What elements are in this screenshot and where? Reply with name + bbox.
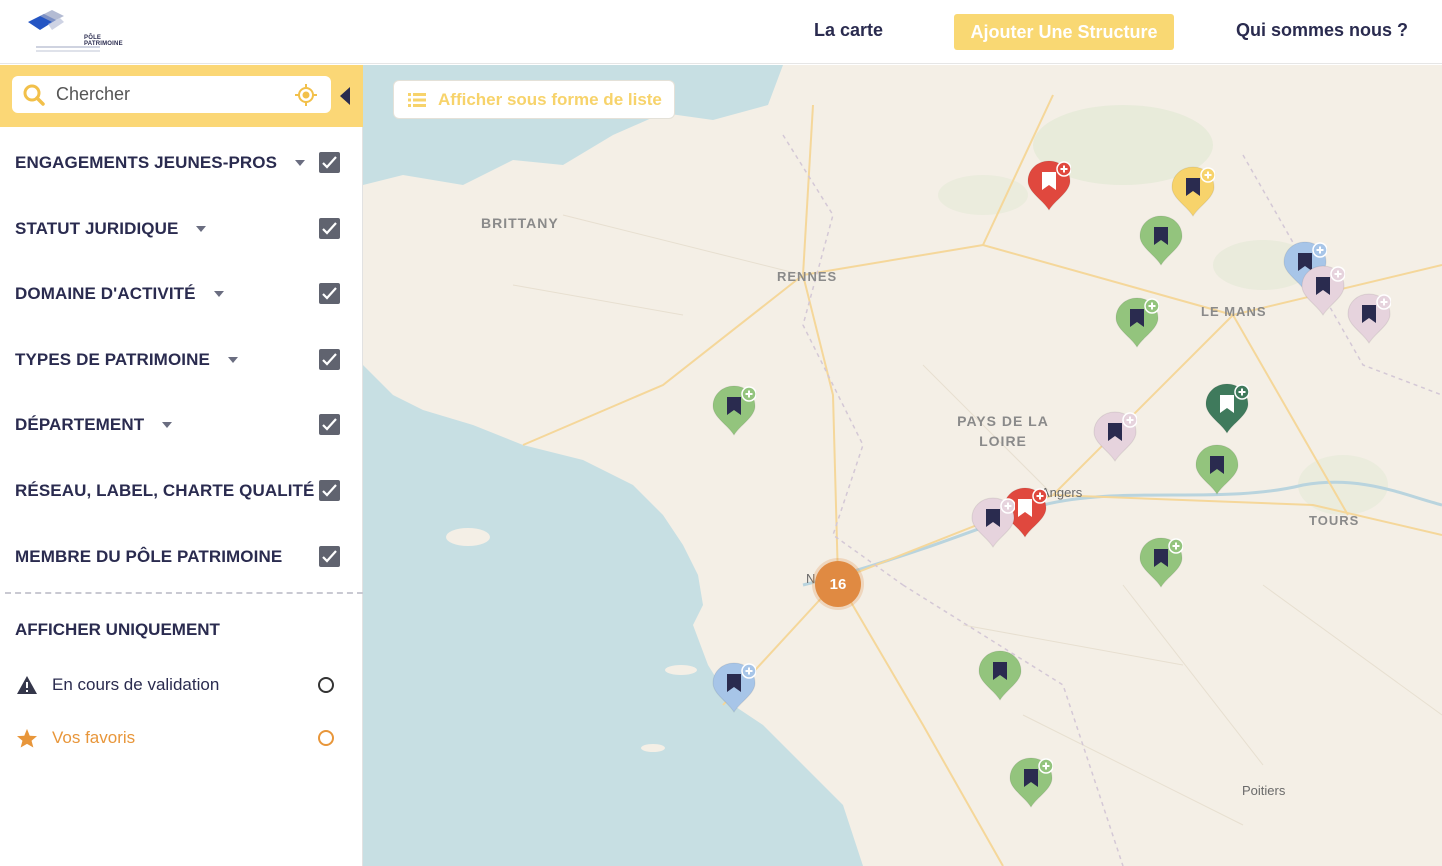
map-marker-pin-icon[interactable] — [1093, 411, 1137, 463]
filter-domaine-activite[interactable]: DOMAINE D'ACTIVITÉ — [15, 279, 345, 309]
map-marker-pin-icon[interactable] — [978, 650, 1022, 702]
region-label-line1: PAYS DE LA — [957, 413, 1049, 429]
list-view-button[interactable]: Afficher sous forme de liste — [393, 80, 675, 119]
filter-checkbox[interactable] — [319, 218, 340, 239]
geolocate-icon[interactable] — [294, 83, 318, 107]
place-angers: Angers — [1041, 485, 1083, 500]
search-input[interactable] — [56, 76, 286, 113]
search-icon — [23, 84, 45, 106]
map-marker-pin-icon[interactable] — [712, 385, 756, 437]
marker-cluster[interactable]: 16 — [815, 561, 861, 607]
place-rennes: RENNES — [777, 269, 838, 284]
radio-button[interactable] — [318, 730, 334, 746]
region-label-line2: LOIRE — [979, 433, 1027, 449]
filter-reseau-label[interactable]: RÉSEAU, LABEL, CHARTE QUALITÉ — [15, 476, 345, 506]
place-pays-de-la-loire: PAYS DE LA LOIRE — [951, 411, 1055, 451]
nav-la-carte[interactable]: La carte — [814, 20, 883, 41]
filter-label: STATUT JURIDIQUE — [15, 219, 179, 238]
map-marker-pin-icon[interactable] — [1009, 757, 1053, 809]
option-en-cours-validation[interactable]: En cours de validation — [16, 671, 346, 699]
list-icon — [408, 92, 426, 107]
check-icon — [322, 484, 337, 497]
place-nantes: N — [806, 571, 816, 586]
map-marker-pin-icon[interactable] — [1139, 537, 1183, 589]
filter-label: TYPES DE PATRIMOINE — [15, 350, 210, 369]
place-tours: TOURS — [1309, 513, 1360, 528]
filter-statut-juridique[interactable]: STATUT JURIDIQUE — [15, 214, 345, 244]
top-header: PÔLE PATRIMOINE La carte Ajouter Une Str… — [0, 0, 1442, 64]
pole-patrimoine-logo[interactable]: PÔLE PATRIMOINE — [26, 8, 123, 56]
map-view[interactable]: Afficher sous forme de liste BRITTANY RE… — [363, 65, 1442, 866]
caret-down-icon[interactable] — [162, 422, 173, 428]
filter-label: DOMAINE D'ACTIVITÉ — [15, 284, 196, 303]
option-vos-favoris[interactable]: Vos favoris — [16, 724, 346, 752]
logo-mark-icon — [28, 10, 64, 30]
filter-engagements[interactable]: ENGAGEMENTS JEUNES-PROS — [15, 148, 345, 178]
map-marker-pin-icon[interactable] — [1171, 166, 1215, 218]
map-basemap — [363, 65, 1442, 866]
caret-down-icon[interactable] — [213, 291, 224, 297]
add-structure-button[interactable]: Ajouter Une Structure — [954, 14, 1174, 50]
radio-button[interactable] — [318, 677, 334, 693]
option-label: Vos favoris — [52, 728, 136, 747]
check-icon — [322, 156, 337, 169]
place-poitiers: Poitiers — [1242, 783, 1286, 798]
map-marker-pin-icon[interactable] — [712, 662, 756, 714]
filter-departement[interactable]: DÉPARTEMENT — [15, 410, 345, 440]
show-only-title: AFFICHER UNIQUEMENT — [15, 620, 220, 639]
filter-membre-pole[interactable]: MEMBRE DU PÔLE PATRIMOINE — [15, 542, 345, 572]
check-icon — [322, 287, 337, 300]
filter-checkbox[interactable] — [319, 349, 340, 370]
map-marker-pin-icon[interactable] — [1195, 444, 1239, 496]
list-view-label: Afficher sous forme de liste — [438, 89, 662, 109]
star-icon — [17, 728, 37, 748]
warning-icon — [17, 676, 37, 694]
filter-label: ENGAGEMENTS JEUNES-PROS — [15, 153, 278, 172]
place-le-mans: LE MANS — [1201, 304, 1267, 319]
collapse-sidebar-icon[interactable] — [340, 87, 350, 105]
place-brittany: BRITTANY — [481, 215, 559, 231]
filter-checkbox[interactable] — [319, 546, 340, 567]
filter-sidebar: ENGAGEMENTS JEUNES-PROS STATUT JURIDIQUE… — [0, 65, 363, 866]
filter-label: MEMBRE DU PÔLE PATRIMOINE — [15, 547, 283, 566]
check-icon — [322, 550, 337, 563]
map-marker-pin-icon[interactable] — [1139, 215, 1183, 267]
search-box — [12, 76, 331, 113]
check-icon — [322, 353, 337, 366]
map-marker-pin-icon[interactable] — [1115, 297, 1159, 349]
option-label: En cours de validation — [52, 675, 220, 694]
map-marker-pin-icon[interactable] — [1205, 383, 1249, 435]
filter-checkbox[interactable] — [319, 283, 340, 304]
filter-label: RÉSEAU, LABEL, CHARTE QUALITÉ — [15, 481, 315, 500]
filter-checkbox[interactable] — [319, 480, 340, 501]
caret-down-icon[interactable] — [295, 160, 306, 166]
filter-label: DÉPARTEMENT — [15, 415, 145, 434]
logo-tagline — [36, 46, 100, 48]
check-icon — [322, 418, 337, 431]
search-bar — [0, 65, 363, 127]
logo-tagline-2 — [36, 50, 100, 52]
map-marker-pin-icon[interactable] — [971, 497, 1015, 549]
map-marker-pin-icon[interactable] — [1027, 160, 1071, 212]
check-icon — [322, 222, 337, 235]
map-marker-pin-icon[interactable] — [1301, 265, 1345, 317]
filter-types-patrimoine[interactable]: TYPES DE PATRIMOINE — [15, 345, 345, 375]
caret-down-icon[interactable] — [196, 226, 207, 232]
filter-checkbox[interactable] — [319, 152, 340, 173]
filter-checkbox[interactable] — [319, 414, 340, 435]
nav-qui-sommes-nous[interactable]: Qui sommes nous ? — [1236, 20, 1408, 41]
caret-down-icon[interactable] — [227, 357, 238, 363]
map-marker-pin-icon[interactable] — [1347, 293, 1391, 345]
sidebar-divider — [5, 592, 363, 594]
